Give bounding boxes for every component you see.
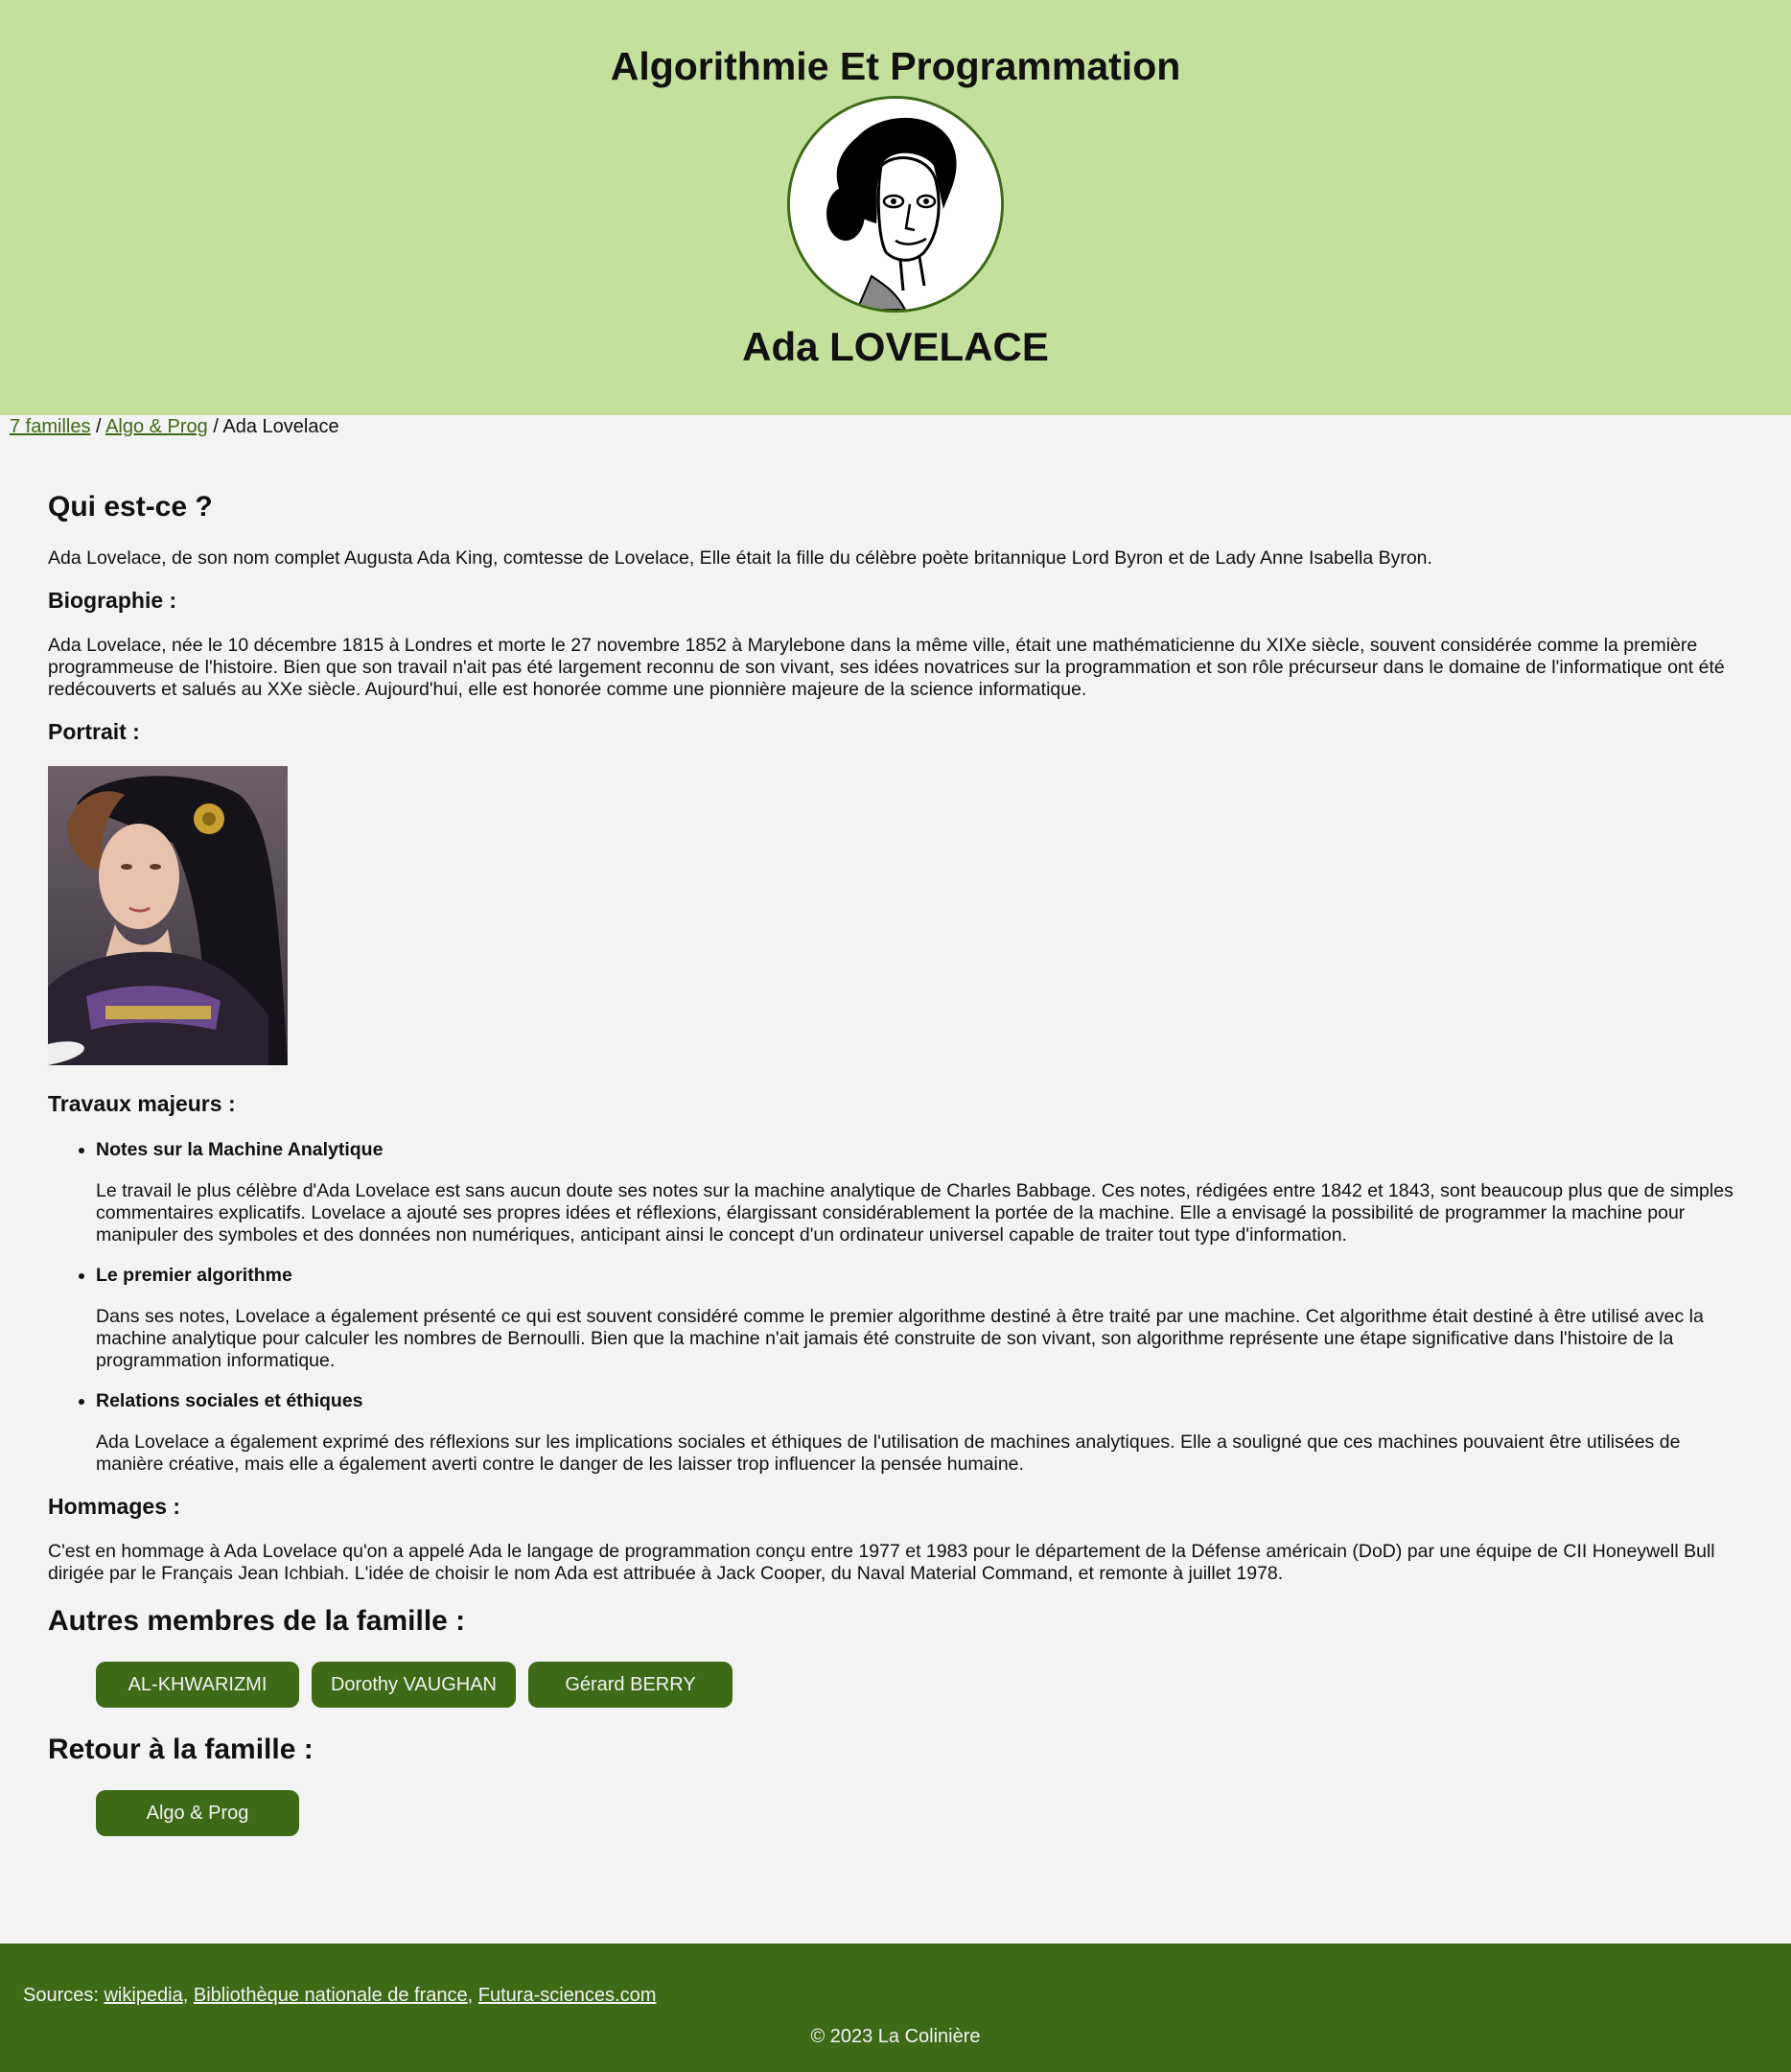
works-list: Notes sur la Machine Analytique Le trava…: [48, 1138, 1743, 1476]
biography-heading: Biographie :: [48, 588, 177, 613]
work-text: Le travail le plus célèbre d'Ada Lovelac…: [96, 1180, 1733, 1246]
work-title: Le premier algorithme: [96, 1265, 292, 1286]
sources-label: Sources:: [23, 1985, 105, 2006]
copyright: © 2023 La Colinière: [810, 2026, 981, 2047]
who-heading: Qui est-ce ?: [48, 491, 213, 523]
tributes-heading: Hommages :: [48, 1494, 181, 1519]
breadcrumb: 7 familles / Algo & Prog / Ada Lovelace: [0, 415, 1791, 438]
breadcrumb-separator: /: [90, 416, 106, 437]
biography-text: Ada Lovelace, née le 10 décembre 1815 à …: [48, 635, 1725, 700]
family-member-button[interactable]: Gérard BERRY: [528, 1662, 733, 1708]
breadcrumb-current: Ada Lovelace: [222, 416, 339, 437]
list-item: Relations sociales et éthiques Ada Lovel…: [96, 1389, 1743, 1476]
sources: Sources: wikipedia, Bibliothèque nationa…: [23, 1985, 657, 2006]
family-buttons: AL-KHWARIZMI Dorothy VAUGHAN Gérard BERR…: [48, 1662, 1743, 1708]
page-header: Algorithmie Et Programmation Ada LOVELAC…: [0, 0, 1791, 415]
work-text: Ada Lovelace a également exprimé des réf…: [96, 1432, 1681, 1475]
source-link-bnf[interactable]: Bibliothèque nationale de france: [194, 1985, 468, 2006]
person-name: Ada LOVELACE: [742, 324, 1049, 369]
work-title: Relations sociales et éthiques: [96, 1390, 363, 1411]
breadcrumb-separator: /: [207, 416, 223, 437]
work-title: Notes sur la Machine Analytique: [96, 1139, 384, 1160]
family-member-button[interactable]: AL-KHWARIZMI: [96, 1662, 299, 1708]
back-buttons: Algo & Prog: [48, 1790, 1743, 1836]
work-text: Dans ses notes, Lovelace a également pré…: [96, 1306, 1704, 1371]
list-item: Notes sur la Machine Analytique Le trava…: [96, 1138, 1743, 1246]
source-link-wikipedia[interactable]: wikipedia: [104, 1985, 182, 2006]
family-heading: Autres membres de la famille :: [48, 1605, 466, 1637]
main-content: Qui est-ce ? Ada Lovelace, de son nom co…: [0, 438, 1791, 1836]
breadcrumb-link-algo-prog[interactable]: Algo & Prog: [105, 416, 208, 437]
works-heading: Travaux majeurs :: [48, 1091, 236, 1116]
source-link-futura[interactable]: Futura-sciences.com: [478, 1985, 657, 2006]
portrait-heading: Portrait :: [48, 719, 140, 744]
site-title: Algorithmie Et Programmation: [610, 44, 1181, 88]
who-text: Ada Lovelace, de son nom complet Augusta…: [48, 547, 1432, 569]
back-heading: Retour à la famille :: [48, 1734, 314, 1765]
back-to-family-button[interactable]: Algo & Prog: [96, 1790, 299, 1836]
portrait-image: [48, 766, 288, 1065]
list-item: Le premier algorithme Dans ses notes, Lo…: [96, 1264, 1743, 1372]
lovelace-avatar: [787, 96, 1004, 313]
tributes-text: C'est en hommage à Ada Lovelace qu'on a …: [48, 1541, 1715, 1584]
page-footer: Sources: wikipedia, Bibliothèque nationa…: [0, 1944, 1791, 2072]
breadcrumb-link-families[interactable]: 7 familles: [10, 416, 90, 437]
family-member-button[interactable]: Dorothy VAUGHAN: [312, 1662, 516, 1708]
